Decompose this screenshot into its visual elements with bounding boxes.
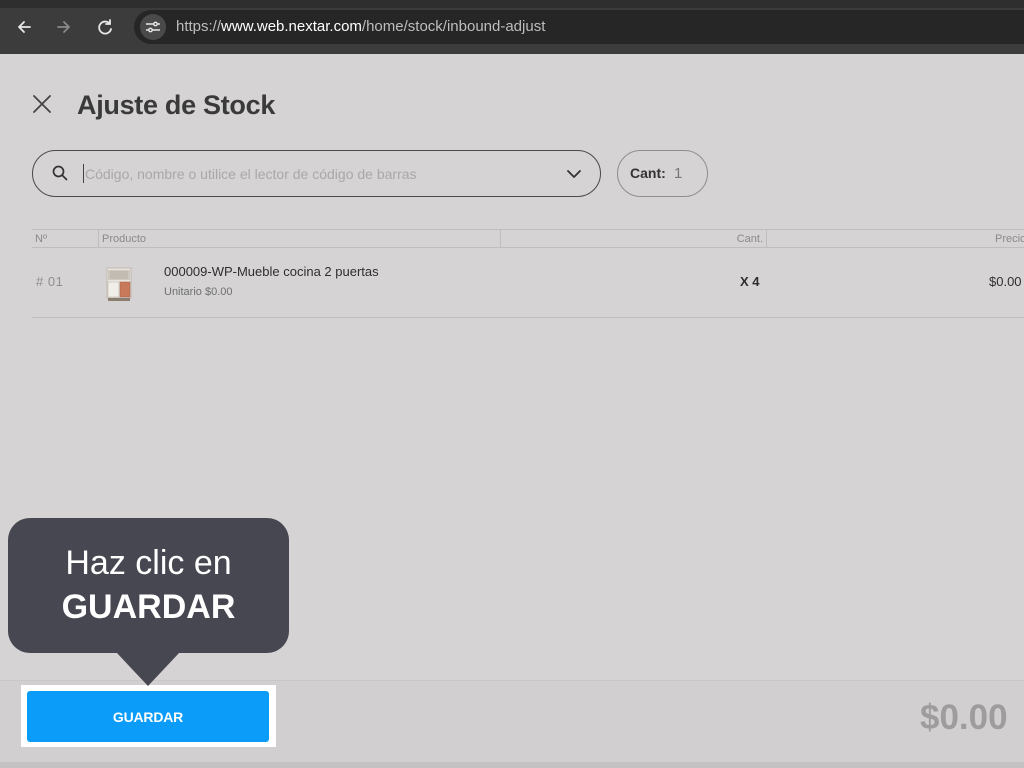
product-price: $0.00	[989, 274, 1022, 289]
table-header: Nº Producto Cant. Precio	[32, 229, 1024, 248]
quantity-field[interactable]: Cant: 1	[617, 150, 708, 197]
column-header-price-label: Precio	[995, 233, 1024, 245]
product-thumbnail	[106, 266, 132, 302]
url-path: /home/stock/inbound-adjust	[361, 18, 546, 35]
product-unit-price: Unitario $0.00	[164, 286, 233, 298]
tooltip-arrow	[116, 652, 180, 686]
table-row[interactable]: # 01 000009-WP-Mueble cocina 2 puertas U…	[32, 248, 1024, 318]
tooltip-line-1: Haz clic en	[65, 544, 232, 582]
url-host: www.web.nextar.com	[221, 18, 362, 35]
tab-strip	[0, 0, 1024, 8]
quantity-label: Cant:	[630, 165, 666, 181]
forward-arrow-icon[interactable]	[53, 16, 75, 38]
reload-icon[interactable]	[94, 16, 116, 38]
url-scheme: https://	[176, 18, 222, 35]
column-header-number: Nº	[35, 233, 47, 245]
total-amount: $0.00	[920, 698, 1008, 737]
instruction-tooltip: Haz clic en GUARDAR	[8, 518, 289, 653]
bottom-strip	[0, 762, 1024, 768]
column-header-qty: Cant.	[500, 230, 766, 248]
column-header-product: Producto	[98, 230, 500, 248]
text-cursor	[83, 164, 84, 183]
save-button[interactable]: GUARDAR	[27, 691, 269, 742]
search-icon	[52, 165, 68, 186]
column-header-price: Precio	[766, 230, 1024, 248]
product-quantity: X 4	[740, 274, 760, 289]
product-search[interactable]	[32, 150, 601, 197]
page-title: Ajuste de Stock	[77, 90, 276, 120]
product-name: 000009-WP-Mueble cocina 2 puertas	[164, 264, 379, 279]
row-index: # 01	[36, 274, 64, 289]
chevron-down-icon[interactable]	[566, 167, 582, 185]
close-icon[interactable]	[30, 92, 54, 116]
back-arrow-icon[interactable]	[13, 16, 35, 38]
search-input[interactable]	[85, 161, 555, 186]
quantity-value[interactable]: 1	[674, 165, 682, 182]
site-settings-icon[interactable]	[140, 14, 166, 40]
url-text[interactable]: https://www.web.nextar.com/home/stock/in…	[176, 18, 545, 35]
tooltip-line-2: GUARDAR	[61, 588, 236, 626]
